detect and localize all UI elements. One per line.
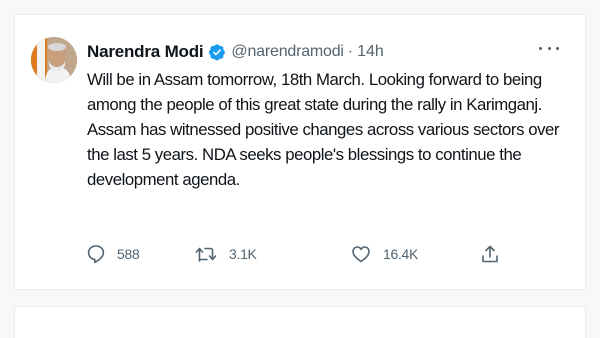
page: Narendra Modi @narendramodi · 14h Will b…	[0, 0, 600, 338]
avatar-image	[31, 37, 77, 83]
heart-icon	[352, 246, 370, 263]
timestamp[interactable]: 14h	[357, 43, 384, 61]
retweet-icon	[195, 247, 217, 262]
handle[interactable]: @narendramodi	[231, 43, 344, 61]
like-count: 16.4K	[383, 246, 419, 262]
reply-button[interactable]: 588	[87, 241, 140, 267]
display-name[interactable]: Narendra Modi	[87, 42, 204, 62]
separator: ·	[347, 43, 354, 60]
avatar[interactable]	[31, 37, 77, 83]
retweet-button[interactable]: 3.1K	[195, 241, 257, 267]
share-icon	[482, 245, 498, 263]
more-horizontal-icon[interactable]	[539, 47, 559, 55]
tweet-text: Will be in Assam tomorrow, 18th March. L…	[87, 70, 560, 189]
reply-icon	[87, 245, 105, 264]
tweet-header: Narendra Modi @narendramodi · 14h	[87, 41, 384, 63]
like-button[interactable]: 16.4K	[351, 241, 418, 267]
verified-badge-icon	[209, 44, 226, 61]
share-button[interactable]	[481, 241, 499, 267]
retweet-count: 3.1K	[229, 246, 257, 262]
reply-count: 588	[117, 246, 140, 262]
tweet-card[interactable]: Narendra Modi @narendramodi · 14h Will b…	[14, 14, 586, 290]
next-tweet-card[interactable]	[14, 306, 586, 338]
tweet-actions: 588 3.1K 16.4K	[87, 241, 507, 267]
top-strip	[0, 0, 600, 14]
